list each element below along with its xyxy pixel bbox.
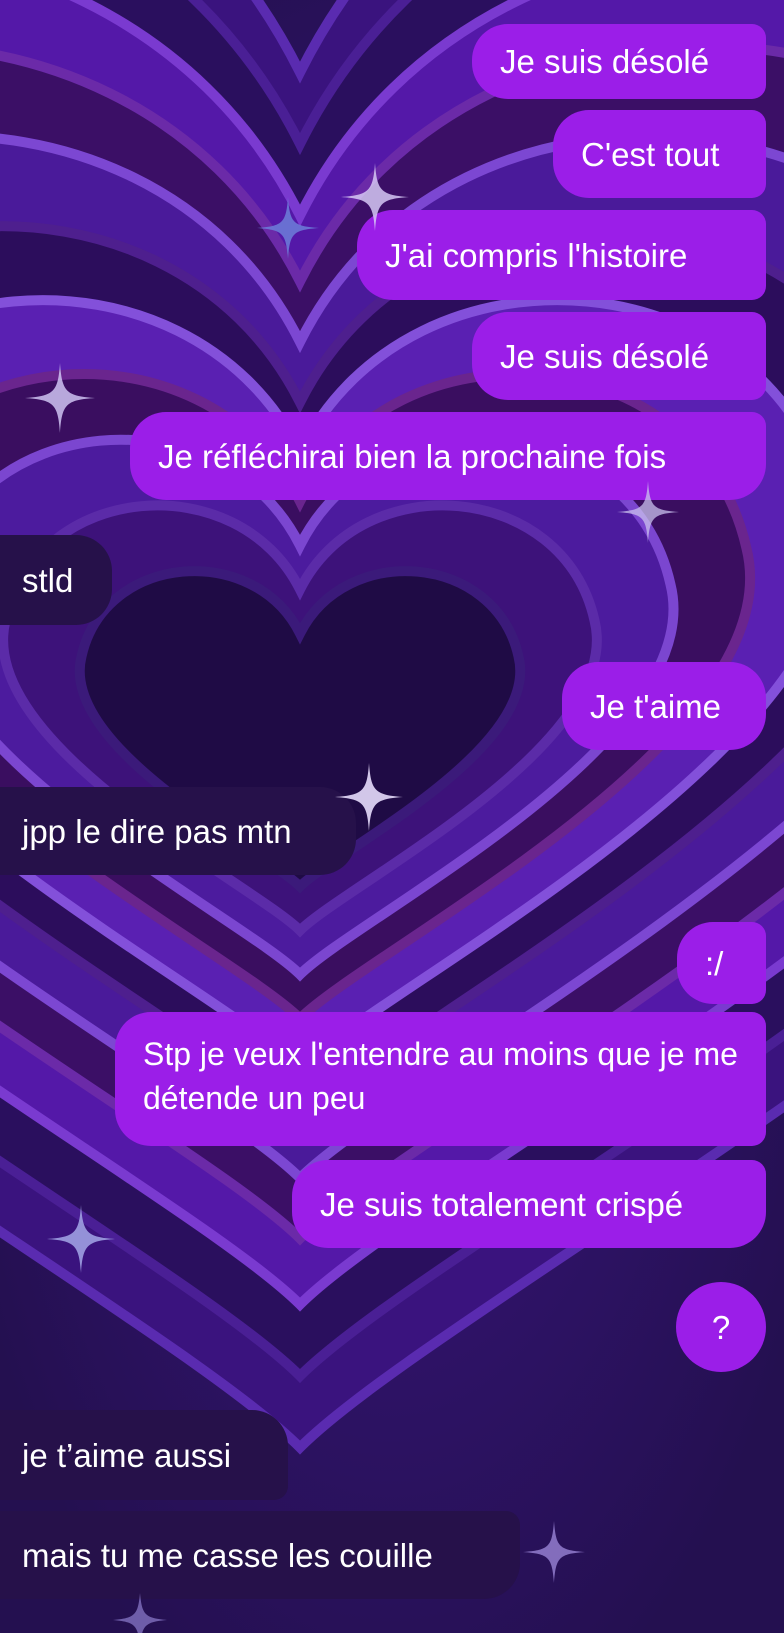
sparkle-icon — [335, 763, 403, 831]
message-bubble-incoming[interactable]: mais tu me casse les couille — [0, 1511, 520, 1599]
message-bubble-outgoing[interactable]: J'ai compris l'histoire — [357, 210, 766, 300]
message-bubble-outgoing[interactable]: ? — [676, 1282, 766, 1372]
message-bubble-outgoing[interactable]: Je suis désolé — [472, 24, 766, 99]
message-bubble-outgoing[interactable]: :/ — [677, 922, 766, 1004]
message-bubble-outgoing[interactable]: Stp je veux l'entendre au moins que je m… — [115, 1012, 766, 1146]
message-bubble-incoming[interactable]: je t’aime aussi — [0, 1410, 288, 1500]
message-bubble-outgoing[interactable]: C'est tout — [553, 110, 766, 198]
message-bubble-outgoing[interactable]: Je suis totalement crispé — [292, 1160, 766, 1248]
sparkle-icon — [523, 1521, 585, 1583]
message-bubble-outgoing[interactable]: Je suis désolé — [472, 312, 766, 400]
sparkle-icon — [341, 163, 409, 231]
chat-screen: Je suis désolé C'est tout J'ai compris l… — [0, 0, 784, 1633]
sparkle-icon — [257, 197, 319, 259]
message-bubble-incoming[interactable]: jpp le dire pas mtn — [0, 787, 356, 875]
message-bubble-outgoing[interactable]: Je t'aime — [562, 662, 766, 750]
sparkle-icon — [25, 363, 95, 433]
message-bubble-incoming[interactable]: stld — [0, 535, 112, 625]
sparkle-icon — [47, 1205, 115, 1273]
sparkle-icon — [113, 1593, 167, 1633]
sparkle-icon — [617, 481, 679, 543]
